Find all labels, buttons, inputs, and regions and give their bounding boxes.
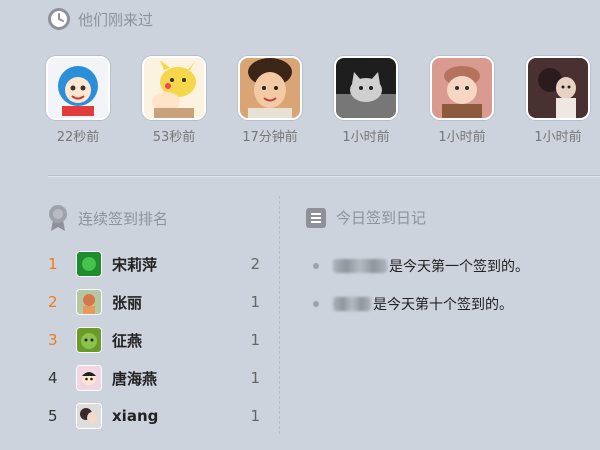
bullet bbox=[313, 301, 319, 307]
visitor-item[interactable]: 1小时前 bbox=[417, 56, 507, 145]
diary-icon bbox=[306, 207, 326, 228]
rank-number: 1 bbox=[48, 255, 58, 273]
rank-number: 4 bbox=[48, 369, 58, 387]
avatar[interactable] bbox=[46, 56, 110, 120]
checkin-count: 2 bbox=[250, 255, 260, 273]
checkin-count: 1 bbox=[250, 407, 260, 425]
checkin-count: 1 bbox=[250, 293, 260, 311]
blurred-user-name[interactable] bbox=[333, 297, 371, 311]
avatar[interactable] bbox=[76, 289, 102, 315]
avatar[interactable] bbox=[76, 251, 102, 277]
checkin-count: 1 bbox=[250, 331, 260, 349]
user-name[interactable]: 唐海燕 bbox=[112, 368, 157, 389]
avatar[interactable] bbox=[142, 56, 206, 120]
rank-number: 2 bbox=[48, 293, 58, 311]
user-name[interactable]: xiang bbox=[112, 407, 158, 425]
avatar[interactable] bbox=[526, 56, 590, 120]
checkin-count: 1 bbox=[250, 369, 260, 387]
visitor-item[interactable]: 1小时前 bbox=[321, 56, 411, 145]
medal-icon bbox=[48, 204, 68, 232]
diary-text: 是今天第十个签到的。 bbox=[373, 297, 513, 313]
recent-visitors-title: 他们刚来过 bbox=[78, 10, 154, 29]
rank-row[interactable]: 4 唐海燕 1 bbox=[48, 359, 278, 397]
rank-number: 3 bbox=[48, 331, 58, 349]
section-divider bbox=[48, 175, 600, 177]
rank-row[interactable]: 1 宋莉萍 2 bbox=[48, 245, 278, 283]
visit-time: 1小时前 bbox=[438, 130, 486, 145]
diary-title: 今日签到日记 bbox=[336, 209, 427, 227]
diary-list: 是今天第一个签到的。 是今天第十个签到的。 bbox=[313, 247, 593, 323]
column-divider bbox=[279, 196, 280, 434]
visit-time: 17分钟前 bbox=[242, 130, 298, 145]
recent-visitors-header: 他们刚来过 bbox=[48, 8, 153, 30]
visitor-item[interactable]: 53秒前 bbox=[129, 56, 219, 145]
checkin-ranking-list: 1 宋莉萍 2 2 张丽 1 3 征燕 1 4 唐海燕 1 5 xiang 1 bbox=[48, 245, 278, 435]
rank-row[interactable]: 5 xiang 1 bbox=[48, 397, 278, 435]
diary-item: 是今天第十个签到的。 bbox=[313, 285, 593, 323]
visitor-item[interactable]: 17分钟前 bbox=[225, 56, 315, 145]
user-name[interactable]: 张丽 bbox=[112, 292, 142, 313]
visitor-item[interactable]: 1小时前 bbox=[513, 56, 600, 145]
visit-time: 53秒前 bbox=[152, 130, 196, 145]
visit-time: 1小时前 bbox=[342, 130, 390, 145]
visit-time: 22秒前 bbox=[56, 130, 100, 145]
avatar[interactable] bbox=[238, 56, 302, 120]
bullet bbox=[313, 263, 319, 269]
user-name[interactable]: 宋莉萍 bbox=[112, 254, 157, 275]
diary-text: 是今天第一个签到的。 bbox=[389, 259, 529, 275]
diary-item: 是今天第一个签到的。 bbox=[313, 247, 593, 285]
rank-row[interactable]: 2 张丽 1 bbox=[48, 283, 278, 321]
visitor-item[interactable]: 22秒前 bbox=[33, 56, 123, 145]
checkin-ranking-title: 连续签到排名 bbox=[78, 209, 169, 228]
avatar[interactable] bbox=[430, 56, 494, 120]
rank-row[interactable]: 3 征燕 1 bbox=[48, 321, 278, 359]
user-name[interactable]: 征燕 bbox=[112, 330, 142, 351]
avatar[interactable] bbox=[334, 56, 398, 120]
blurred-user-name[interactable] bbox=[333, 259, 387, 273]
clock-icon bbox=[48, 8, 70, 30]
visit-time: 1小时前 bbox=[534, 130, 582, 145]
diary-header: 今日签到日记 bbox=[306, 207, 426, 228]
avatar[interactable] bbox=[76, 403, 102, 429]
avatar[interactable] bbox=[76, 327, 102, 353]
recent-visitors-list: 22秒前 53秒前 17分钟前 1小时前 1小时前 1小时前 bbox=[0, 56, 600, 156]
avatar[interactable] bbox=[76, 365, 102, 391]
rank-number: 5 bbox=[48, 407, 58, 425]
checkin-ranking-header: 连续签到排名 bbox=[48, 204, 168, 232]
